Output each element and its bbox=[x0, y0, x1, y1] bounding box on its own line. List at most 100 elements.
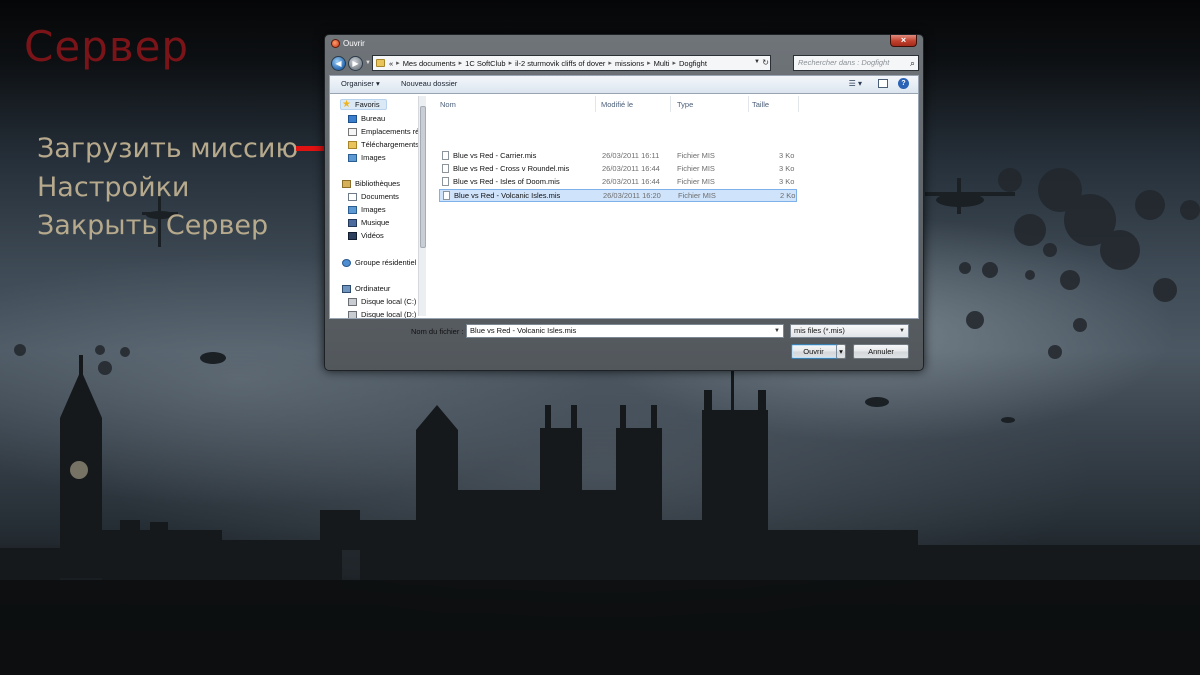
nav-label: Téléchargements bbox=[361, 140, 419, 149]
nav-item-recent-places[interactable]: Emplacements ré bbox=[348, 127, 419, 136]
recent-locations-chevron-icon[interactable]: ▼ bbox=[365, 60, 371, 66]
column-header-name[interactable]: Nom bbox=[440, 100, 456, 109]
file-size: 2 Ko bbox=[780, 191, 796, 200]
open-file-dialog: Ouvrir × ◀ ▶ ▼ « ▸ Mes documents ▸ 1C So… bbox=[324, 34, 924, 371]
help-icon[interactable]: ? bbox=[898, 78, 909, 89]
views-icon[interactable]: ☰ ▾ bbox=[849, 79, 862, 88]
breadcrumb-item[interactable]: Mes documents bbox=[403, 59, 456, 68]
file-icon bbox=[442, 151, 449, 160]
nav-item-desktop[interactable]: Bureau bbox=[348, 114, 385, 123]
app-icon bbox=[331, 39, 340, 48]
nav-computer[interactable]: Ordinateur bbox=[342, 284, 390, 293]
nav-item-videos[interactable]: Vidéos bbox=[348, 231, 384, 240]
file-name: Blue vs Red - Cross v Roundel.mis bbox=[453, 164, 570, 173]
main-menu: Загрузить миссию Настройки Закрыть Серве… bbox=[37, 130, 298, 246]
nav-item-documents[interactable]: Documents bbox=[348, 192, 399, 201]
file-type: Fichier MIS bbox=[678, 191, 716, 200]
open-button-label: Ouvrir bbox=[803, 347, 824, 356]
breadcrumb-item[interactable]: missions bbox=[615, 59, 644, 68]
file-modified: 26/03/2011 16:20 bbox=[603, 191, 661, 200]
file-row[interactable]: Blue vs Red - Cross v Roundel.mis 26/03/… bbox=[439, 163, 797, 176]
file-row-selected[interactable]: Blue vs Red - Volcanic Isles.mis 26/03/2… bbox=[439, 189, 797, 202]
file-name: Blue vs Red - Volcanic Isles.mis bbox=[454, 191, 561, 200]
homegroup-icon bbox=[342, 258, 351, 267]
new-folder-button[interactable]: Nouveau dossier bbox=[401, 79, 457, 88]
close-button[interactable]: × bbox=[890, 35, 917, 47]
file-type: Fichier MIS bbox=[677, 177, 715, 186]
forward-arrow-icon[interactable]: ▶ bbox=[348, 56, 363, 71]
preview-pane-icon[interactable] bbox=[878, 79, 888, 88]
star-icon: ★ bbox=[342, 98, 351, 110]
column-header-type[interactable]: Type bbox=[677, 100, 693, 109]
breadcrumb-item[interactable]: Multi bbox=[654, 59, 670, 68]
file-name: Blue vs Red - Carrier.mis bbox=[453, 151, 537, 160]
nav-item-music[interactable]: Musique bbox=[348, 218, 389, 227]
file-modified: 26/03/2011 16:44 bbox=[602, 177, 660, 186]
nav-homegroup[interactable]: Groupe résidentiel bbox=[342, 258, 416, 267]
nav-label: Emplacements ré bbox=[361, 127, 420, 136]
breadcrumb-item[interactable]: Dogfight bbox=[679, 59, 707, 68]
dialog-titlebar[interactable]: Ouvrir × bbox=[325, 35, 923, 53]
nav-label: Groupe résidentiel bbox=[355, 258, 417, 267]
server-title: Сервер bbox=[24, 22, 190, 71]
breadcrumb-overflow[interactable]: « bbox=[389, 59, 393, 68]
file-row[interactable]: Blue vs Red - Carrier.mis 26/03/2011 16:… bbox=[439, 150, 797, 163]
file-size: 3 Ko bbox=[779, 164, 795, 173]
column-header-size[interactable]: Taille bbox=[752, 100, 769, 109]
nav-label: Vidéos bbox=[361, 231, 384, 240]
file-list: Nom Modifié le Type Taille Blue vs Red -… bbox=[430, 94, 918, 318]
address-chevron-down-icon[interactable]: ▼ bbox=[754, 59, 760, 65]
cancel-button[interactable]: Annuler bbox=[853, 344, 909, 359]
nav-label: Ordinateur bbox=[355, 284, 391, 293]
nav-label: Bureau bbox=[361, 114, 386, 123]
nav-label: Images bbox=[361, 205, 386, 214]
file-modified: 26/03/2011 16:11 bbox=[602, 151, 660, 160]
hard-drive-icon bbox=[348, 297, 357, 306]
nav-item-drive-d[interactable]: Disque local (D:) bbox=[348, 310, 416, 318]
breadcrumb-item[interactable]: il-2 sturmovik cliffs of dover bbox=[515, 59, 605, 68]
filetype-select[interactable]: mis files (*.mis) ▼ bbox=[790, 324, 909, 338]
open-options-chevron-icon[interactable]: ▾ bbox=[836, 344, 846, 359]
dialog-toolbar: Organiser ▾ Nouveau dossier ☰ ▾ ? bbox=[329, 75, 919, 93]
file-row[interactable]: Blue vs Red - Isles of Doom.mis 26/03/20… bbox=[439, 176, 797, 189]
nav-item-library-pictures[interactable]: Images bbox=[348, 205, 386, 214]
nav-scrollbar-thumb[interactable] bbox=[420, 106, 426, 248]
nav-item-downloads[interactable]: Téléchargements bbox=[348, 140, 419, 149]
breadcrumb-item[interactable]: 1C SoftClub bbox=[465, 59, 505, 68]
menu-settings[interactable]: Настройки bbox=[37, 169, 298, 208]
filetype-chevron-down-icon[interactable]: ▼ bbox=[899, 325, 905, 337]
column-header-modified[interactable]: Modifié le bbox=[601, 100, 633, 109]
pictures-icon bbox=[348, 153, 357, 162]
back-arrow-icon[interactable]: ◀ bbox=[331, 56, 346, 71]
downloads-folder-icon bbox=[348, 140, 357, 149]
nav-label: Musique bbox=[361, 218, 390, 227]
filename-input[interactable]: Blue vs Red - Volcanic Isles.mis ▼ bbox=[466, 324, 784, 338]
filetype-value: mis files (*.mis) bbox=[794, 326, 845, 335]
navigation-pane: ★ Favoris Bureau Emplacements ré Télécha… bbox=[330, 94, 427, 318]
search-icon[interactable]: ⌕ bbox=[910, 56, 915, 70]
nav-label: Images bbox=[361, 153, 386, 162]
file-icon bbox=[442, 177, 449, 186]
refresh-icon[interactable]: ↻ bbox=[762, 58, 769, 67]
file-icon bbox=[443, 191, 450, 200]
nav-favorites[interactable]: ★ Favoris bbox=[340, 99, 387, 110]
nav-label: Favoris bbox=[355, 100, 380, 109]
file-name: Blue vs Red - Isles of Doom.mis bbox=[453, 177, 560, 186]
nav-label: Documents bbox=[361, 192, 399, 201]
file-type: Fichier MIS bbox=[677, 151, 715, 160]
computer-icon bbox=[342, 284, 351, 293]
menu-close-server[interactable]: Закрыть Сервер bbox=[37, 207, 298, 246]
file-type: Fichier MIS bbox=[677, 164, 715, 173]
address-bar[interactable]: « ▸ Mes documents ▸ 1C SoftClub ▸ il-2 s… bbox=[372, 55, 771, 71]
filename-value: Blue vs Red - Volcanic Isles.mis bbox=[470, 326, 577, 335]
nav-item-pictures[interactable]: Images bbox=[348, 153, 386, 162]
search-input[interactable]: Rechercher dans : Dogfight ⌕ bbox=[793, 55, 919, 71]
filename-chevron-down-icon[interactable]: ▼ bbox=[774, 325, 780, 337]
nav-item-drive-c[interactable]: Disque local (C:) bbox=[348, 297, 416, 306]
nav-scrollbar[interactable] bbox=[418, 96, 426, 316]
nav-libraries[interactable]: Bibliothèques bbox=[342, 179, 400, 188]
organize-button[interactable]: Organiser ▾ bbox=[341, 79, 380, 88]
menu-load-mission[interactable]: Загрузить миссию bbox=[37, 130, 298, 169]
nav-label: Bibliothèques bbox=[355, 179, 401, 188]
folder-icon bbox=[376, 59, 385, 67]
